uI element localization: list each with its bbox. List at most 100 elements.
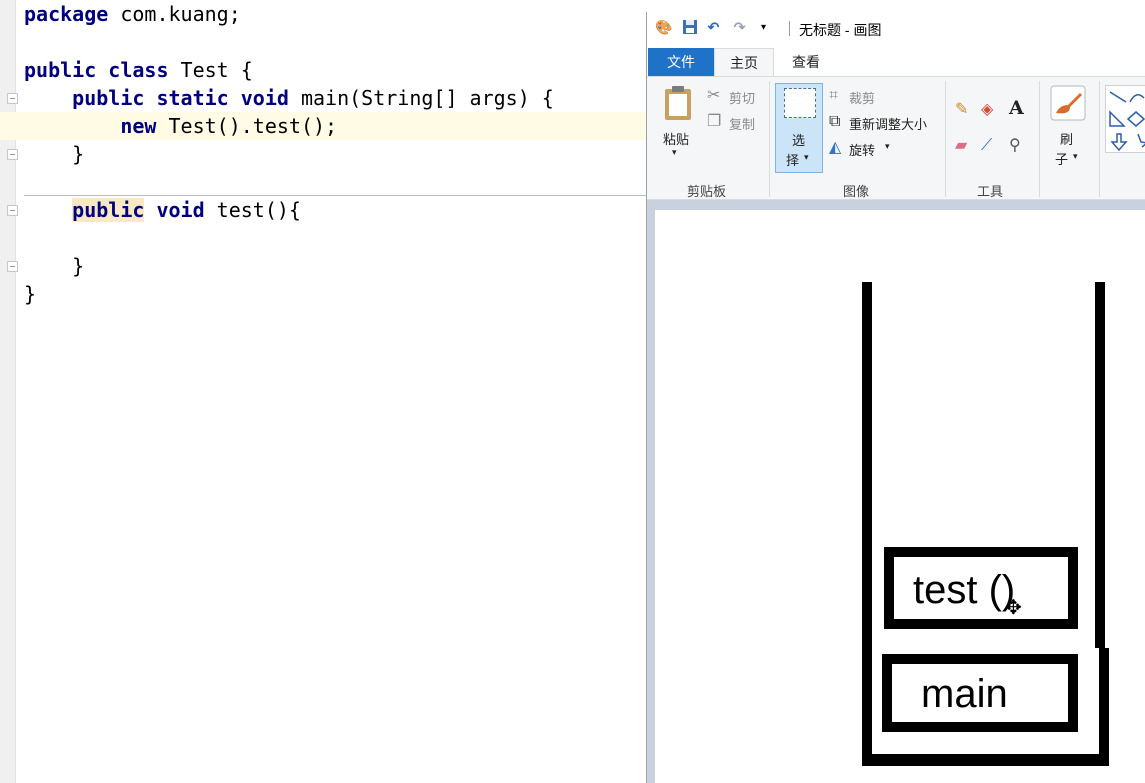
fold-marker-main-end[interactable]	[7, 149, 18, 160]
rotate-icon: ◭	[829, 139, 842, 156]
fold-marker-test[interactable]	[7, 205, 18, 216]
stack-frame-main-label: main	[921, 672, 1008, 716]
paste-dropdown-icon: ▾	[672, 147, 677, 157]
select-button[interactable]: 选 择 ▾	[775, 83, 823, 173]
code-keyword: void	[240, 86, 289, 110]
stack-drawing	[862, 282, 1109, 766]
rotate-dropdown-icon: ▾	[885, 141, 890, 151]
eraser-icon[interactable]: ▰	[955, 137, 967, 155]
code-line[interactable]: }	[24, 252, 84, 280]
ribbon-tab-bar: 文件 主页 查看	[647, 46, 1145, 76]
paint-app-icon[interactable]: 🎨	[655, 19, 672, 36]
cut-button[interactable]: ✂ 剪切	[707, 87, 759, 106]
copy-button[interactable]: ❐ 复制	[707, 113, 759, 132]
code-token: }	[24, 142, 85, 166]
rotate-button[interactable]: ◭ 旋转 ▾	[829, 139, 899, 158]
resize-button[interactable]: ⧉ 重新调整大小	[829, 113, 939, 132]
code-keyword: public	[72, 198, 145, 222]
code-keyword: package	[24, 2, 109, 26]
title-bar: 🎨 ↶ ↷ ▾ 无标题 - 画图	[647, 12, 1145, 46]
code-line[interactable]: public class Test {	[24, 56, 253, 84]
code-token: }	[24, 254, 85, 278]
code-token: test(){	[204, 198, 301, 222]
brushes-button[interactable]: 刷 子 ▾	[1045, 83, 1091, 173]
copy-icon: ❐	[707, 113, 722, 130]
brush-icon	[1050, 85, 1086, 121]
save-icon[interactable]	[681, 19, 698, 36]
code-keyword: class	[108, 58, 169, 82]
copy-label: 复制	[729, 117, 756, 132]
tab-view[interactable]: 查看	[777, 48, 835, 76]
code-line[interactable]: new Test().test();	[24, 112, 337, 140]
shapes-icon	[1109, 91, 1145, 152]
code-keyword: public	[24, 58, 97, 82]
quick-access-dropdown-icon[interactable]: ▾	[755, 19, 772, 36]
code-keyword: static	[156, 86, 229, 110]
rotate-label: 旋转	[849, 143, 876, 158]
ribbon: 粘贴 ▾ ✂ 剪切 ❐ 复制 剪贴板 选 择 ▾ ⌗ 裁剪 ⧉ 重新调整大小 ◭	[647, 76, 1145, 200]
stack-frame-test-label: test ()	[913, 568, 1016, 612]
magnifier-icon[interactable]: ⚲	[1009, 137, 1021, 155]
paint-window: 🎨 ↶ ↷ ▾ 无标题 - 画图 文件 主页 查看 粘贴 ▾ ✂ 剪切 ❐ 复制…	[646, 12, 1145, 783]
select-label-top: 选	[792, 133, 806, 148]
fold-marker-main[interactable]	[7, 93, 18, 104]
fill-bucket-icon[interactable]: ◈	[981, 101, 993, 119]
title-separator	[789, 21, 790, 36]
group-separator	[1039, 81, 1040, 197]
text-tool-icon[interactable]: A	[1009, 99, 1024, 118]
select-dropdown-icon: ▾	[804, 152, 809, 162]
code-editor[interactable]: package com.kuang; public class Test { pu…	[0, 0, 646, 783]
brushes-label-top: 刷	[1060, 132, 1074, 147]
group-separator	[769, 81, 770, 197]
code-token: com.kuang;	[108, 2, 241, 26]
crop-label: 裁剪	[849, 91, 876, 106]
code-line[interactable]: }	[24, 140, 84, 168]
paste-button[interactable]: 粘贴 ▾	[657, 83, 699, 169]
tab-file[interactable]: 文件	[648, 48, 714, 76]
shapes-gallery[interactable]	[1105, 85, 1145, 153]
code-line[interactable]: }	[24, 280, 36, 308]
code-keyword: new	[120, 114, 157, 138]
canvas-area: test () main ✥	[647, 200, 1145, 783]
paste-label: 粘贴	[663, 132, 690, 147]
tab-home[interactable]: 主页	[714, 48, 774, 76]
cut-label: 剪切	[729, 91, 756, 106]
pencil-icon[interactable]: ✎	[955, 101, 968, 119]
clipboard-icon	[665, 86, 691, 120]
brushes-label-bottom: 子	[1055, 152, 1069, 167]
code-keyword: void	[156, 198, 205, 222]
window-title: 无标题 - 画图	[799, 22, 882, 38]
fold-marker-test-end[interactable]	[7, 261, 18, 272]
group-separator	[1099, 81, 1100, 197]
code-token: Test().test();	[156, 114, 338, 138]
code-line[interactable]: package com.kuang;	[24, 0, 241, 28]
brushes-dropdown-icon: ▾	[1073, 151, 1078, 161]
resize-icon: ⧉	[829, 113, 841, 130]
undo-icon[interactable]: ↶	[705, 19, 722, 36]
resize-label: 重新调整大小	[849, 117, 928, 132]
image-group-label: 图像	[843, 184, 870, 199]
code-line[interactable]: public void test(){	[24, 196, 301, 224]
code-token: Test {	[168, 58, 253, 82]
tools-group-label: 工具	[977, 184, 1004, 199]
scissors-icon: ✂	[707, 87, 721, 104]
move-cursor-icon: ✥	[1005, 597, 1022, 619]
code-token: }	[24, 282, 37, 306]
code-token: main(String[] args) {	[288, 86, 554, 110]
drawing-canvas[interactable]: test () main ✥	[655, 210, 1145, 783]
color-picker-icon[interactable]: ⟋	[981, 137, 992, 155]
crop-icon: ⌗	[829, 87, 839, 104]
crop-button[interactable]: ⌗ 裁剪	[829, 87, 889, 106]
clipboard-group-label: 剪贴板	[687, 184, 727, 199]
code-keyword: public	[72, 86, 145, 110]
redo-icon[interactable]: ↷	[731, 19, 748, 36]
code-line[interactable]: public static void main(String[] args) {	[24, 84, 554, 112]
selection-rectangle-icon	[784, 88, 816, 118]
